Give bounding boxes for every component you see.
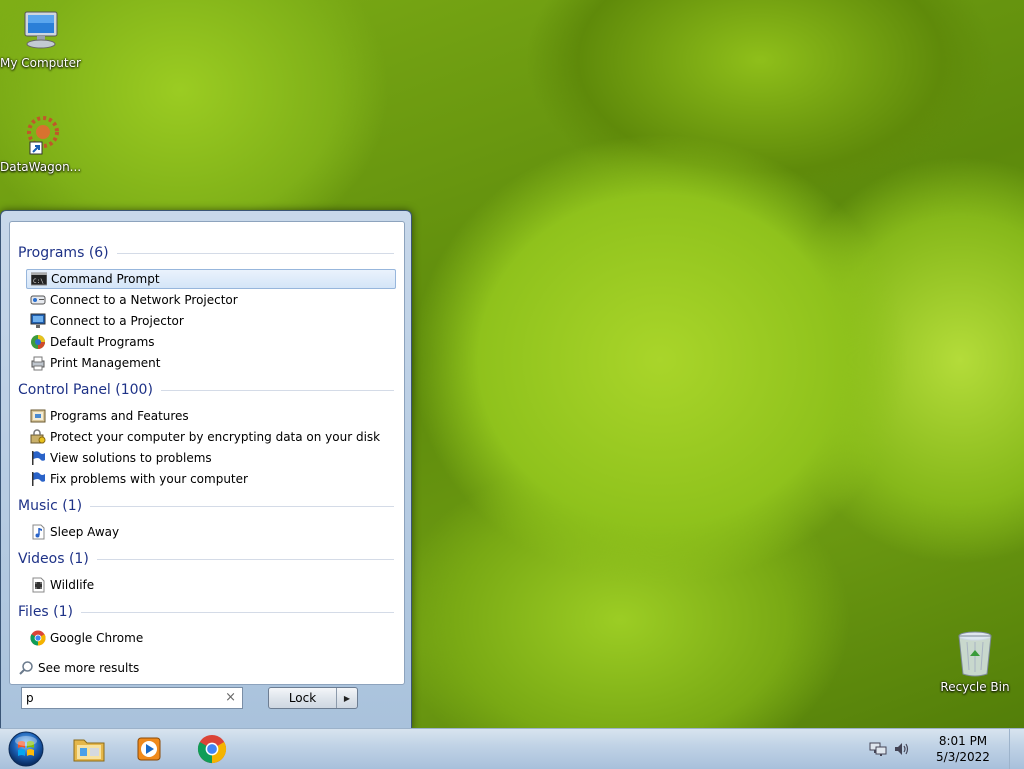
clock-time: 8:01 PM <box>938 734 988 748</box>
result-label: View solutions to problems <box>50 451 212 465</box>
network-projector-icon <box>30 295 46 305</box>
taskbar-media-player[interactable] <box>121 731 177 767</box>
result-label: Wildlife <box>50 578 95 592</box>
result-fix-problems[interactable]: Fix problems with your computer <box>26 469 396 489</box>
svg-text:C:\: C:\ <box>33 278 44 285</box>
network-icon[interactable] <box>869 741 887 757</box>
result-view-solutions[interactable]: View solutions to problems <box>26 448 396 468</box>
action-center-flag-icon <box>32 451 45 465</box>
clear-search-icon[interactable]: × <box>225 690 236 705</box>
desktop-icon-my-computer[interactable]: My Computer <box>0 8 81 70</box>
music-file-icon <box>32 524 45 540</box>
action-center-flag-icon <box>32 472 45 486</box>
start-search-box[interactable]: × <box>21 687 243 709</box>
group-title: Videos (1) <box>18 551 89 567</box>
datawagon-shortcut-icon <box>27 116 59 155</box>
start-menu-bottom-bar: × Lock ▶ <box>1 685 411 729</box>
video-file-icon <box>32 577 45 593</box>
group-title: Programs (6) <box>18 245 109 261</box>
projector-icon <box>30 313 46 328</box>
desktop-icon-datawagon[interactable]: DataWagon... <box>0 112 82 174</box>
group-title: Music (1) <box>18 498 83 514</box>
start-menu: Programs (6) C:\ Command Prompt Connect … <box>0 210 412 730</box>
cmd-icon: C:\ <box>31 272 47 286</box>
print-management-icon <box>31 356 45 371</box>
search-results-pane: Programs (6) C:\ Command Prompt Connect … <box>9 221 405 685</box>
result-label: Default Programs <box>50 335 155 349</box>
taskbar-windows-explorer[interactable] <box>61 731 117 767</box>
desktop-icon-label: DataWagon... <box>0 160 82 174</box>
result-print-management[interactable]: Print Management <box>26 353 396 373</box>
result-label: Protect your computer by encrypting data… <box>50 430 381 444</box>
group-title: Files (1) <box>18 604 74 620</box>
see-more-results-link[interactable]: See more results <box>18 660 139 676</box>
desktop-icon-label: My Computer <box>0 56 81 70</box>
result-sleep-away[interactable]: Sleep Away <box>26 522 396 542</box>
group-title: Control Panel (100) <box>18 382 153 398</box>
result-label: Programs and Features <box>50 409 189 423</box>
result-label: Print Management <box>50 356 161 370</box>
chrome-icon <box>30 630 46 646</box>
result-label: Fix problems with your computer <box>50 472 248 486</box>
result-command-prompt[interactable]: C:\ Command Prompt <box>26 269 396 289</box>
volume-icon[interactable] <box>893 741 911 757</box>
recycle-bin-icon <box>958 631 992 677</box>
programs-features-icon <box>30 409 46 423</box>
group-header-videos[interactable]: Videos (1) <box>18 549 394 569</box>
result-bitlocker[interactable]: Protect your computer by encrypting data… <box>26 427 396 447</box>
result-label: Command Prompt <box>51 272 160 286</box>
notification-area: 8:01 PM 5/3/2022 <box>869 729 1024 769</box>
group-header-control-panel[interactable]: Control Panel (100) <box>18 380 394 400</box>
computer-icon <box>24 11 58 49</box>
desktop-icon-label: Recycle Bin <box>940 680 1010 694</box>
search-input[interactable] <box>26 689 216 707</box>
default-programs-icon <box>31 335 45 349</box>
clock[interactable]: 8:01 PM 5/3/2022 <box>923 733 1003 765</box>
result-wildlife[interactable]: Wildlife <box>26 575 396 595</box>
see-more-label: See more results <box>38 661 140 675</box>
result-label: Connect to a Projector <box>50 314 184 328</box>
taskbar: 8:01 PM 5/3/2022 <box>0 728 1024 769</box>
lock-button[interactable]: Lock ▶ <box>268 687 358 709</box>
result-projector[interactable]: Connect to a Projector <box>26 311 396 331</box>
search-icon <box>19 661 33 675</box>
result-network-projector[interactable]: Connect to a Network Projector <box>26 290 396 310</box>
lock-button-label[interactable]: Lock <box>269 688 336 708</box>
shutdown-options-arrow-icon[interactable]: ▶ <box>336 688 357 708</box>
folder-icon <box>73 739 105 762</box>
desktop-icon-recycle-bin[interactable]: Recycle Bin <box>935 628 1015 694</box>
result-label: Google Chrome <box>50 631 144 645</box>
result-label: Sleep Away <box>50 525 120 539</box>
group-header-files[interactable]: Files (1) <box>18 602 394 622</box>
result-programs-and-features[interactable]: Programs and Features <box>26 406 396 426</box>
result-google-chrome[interactable]: Google Chrome <box>26 628 396 648</box>
group-header-music[interactable]: Music (1) <box>18 496 394 516</box>
result-default-programs[interactable]: Default Programs <box>26 332 396 352</box>
clock-date: 5/3/2022 <box>936 750 990 764</box>
taskbar-google-chrome[interactable] <box>184 731 240 767</box>
media-player-icon <box>137 737 161 761</box>
result-label: Connect to a Network Projector <box>50 293 238 307</box>
start-orb-icon[interactable] <box>7 730 45 768</box>
chrome-icon <box>197 734 227 764</box>
group-header-programs[interactable]: Programs (6) <box>18 243 394 263</box>
show-desktop-button[interactable] <box>1009 729 1024 769</box>
bitlocker-icon <box>30 429 46 444</box>
